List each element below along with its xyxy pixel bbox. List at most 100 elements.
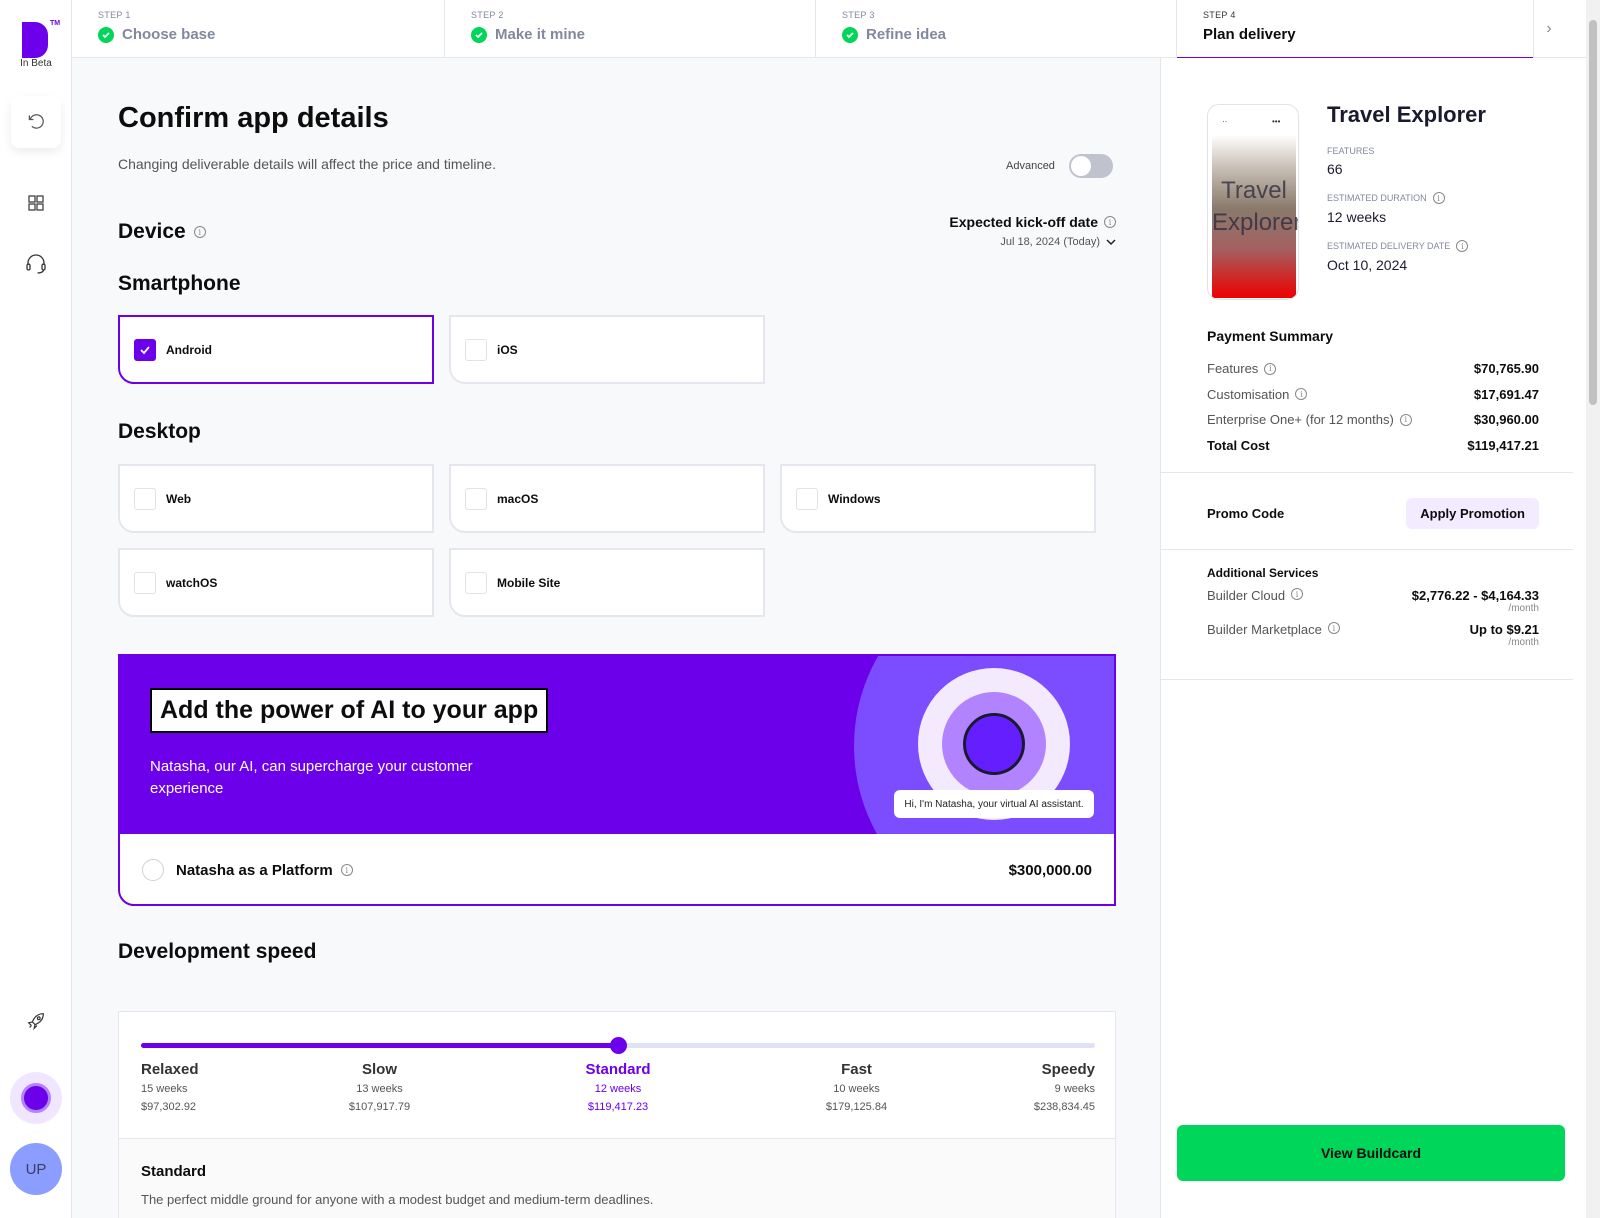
option-label: Android <box>166 342 212 357</box>
kickoff-label: Expected kick-off date <box>949 214 1098 230</box>
checkbox[interactable] <box>465 487 487 510</box>
info-icon[interactable]: i <box>1104 216 1116 228</box>
logo-b-icon <box>22 22 48 58</box>
service-label: Builder Cloud <box>1207 588 1286 603</box>
speed-duration: 12 weeks <box>594 1083 642 1095</box>
support-button[interactable] <box>21 248 51 278</box>
page-subtitle: Changing deliverable details will affect… <box>118 156 496 172</box>
payment-row-features: Features i $70,765.90 <box>1207 356 1539 382</box>
step-label: Choose base <box>122 26 216 43</box>
speed-slider-track[interactable] <box>141 1037 1095 1054</box>
platform-option-ios[interactable]: iOS <box>449 315 765 384</box>
divider <box>1161 472 1573 473</box>
desktop-heading: Desktop <box>118 420 201 443</box>
delivery-label: ESTIMATED DELIVERY DATE <box>1327 241 1451 251</box>
natasha-platform-option[interactable]: Natasha as a Platform i $300,000.00 <box>120 834 1114 904</box>
info-icon[interactable]: i <box>340 864 353 876</box>
view-buildcard-button[interactable]: View Buildcard <box>1177 1125 1565 1181</box>
natasha-platform-label: Natasha as a Platform <box>176 861 333 879</box>
speed-description: Standard The perfect middle ground for a… <box>119 1138 1115 1218</box>
delivery-meta: ESTIMATED DELIVERY DATE i Oct 10, 2024 <box>1327 240 1469 273</box>
step-refine-idea[interactable]: STEP 3 Refine idea <box>816 0 1177 58</box>
checkbox[interactable] <box>465 571 487 594</box>
checkbox[interactable] <box>134 571 156 594</box>
promo-code-row: Promo Code Apply Promotion <box>1207 497 1539 529</box>
buildcard-summary-panel: ·· ••• Travel Explorer Travel Explorer F… <box>1160 58 1586 1218</box>
dashboard-button[interactable] <box>21 188 51 218</box>
radio-button[interactable] <box>142 859 164 881</box>
speed-name: Fast <box>841 1061 872 1078</box>
payment-summary-heading: Payment Summary <box>1207 328 1334 344</box>
advanced-toggle-group: Advanced <box>1006 154 1113 178</box>
speed-option-speedy[interactable]: Speedy 9 weeks $238,834.45 <box>1034 1060 1095 1116</box>
user-avatar[interactable]: UP <box>10 1143 62 1195</box>
step-label: Make it mine <box>495 26 586 43</box>
rocket-icon <box>27 1013 44 1031</box>
step-plan-delivery[interactable]: STEP 4 Plan delivery <box>1177 0 1534 59</box>
payment-value: $17,691.47 <box>1473 386 1539 402</box>
features-value: 66 <box>1327 161 1343 177</box>
builder-logo[interactable]: TM <box>20 20 60 60</box>
advanced-toggle[interactable] <box>1068 154 1113 178</box>
speed-price: $97,302.92 <box>141 1101 197 1113</box>
payment-value: $119,417.21 <box>1467 437 1539 453</box>
info-icon[interactable]: i <box>1432 192 1445 204</box>
info-icon[interactable]: i <box>1399 413 1412 426</box>
platform-option-android[interactable]: Android <box>118 315 434 384</box>
features-meta: FEATURES 66 <box>1327 146 1374 177</box>
step-number: STEP 2 <box>471 10 504 20</box>
platform-option-mobile-site[interactable]: Mobile Site <box>449 548 765 617</box>
payment-value: $70,765.90 <box>1473 361 1539 377</box>
info-icon[interactable]: i <box>1291 588 1304 600</box>
checkbox-checked[interactable] <box>134 338 156 361</box>
stepper-next-button[interactable]: › <box>1534 0 1564 57</box>
platform-option-watchos[interactable]: watchOS <box>118 548 434 617</box>
device-heading: Device i <box>118 220 206 244</box>
platform-option-web[interactable]: Web <box>118 464 434 533</box>
info-icon[interactable]: i <box>1295 388 1308 401</box>
speed-option-relaxed[interactable]: Relaxed 15 weeks $97,302.92 <box>141 1060 199 1116</box>
platform-option-windows[interactable]: Windows <box>780 464 1096 533</box>
phone-status-time: ·· <box>1222 117 1228 126</box>
info-icon[interactable]: i <box>193 226 206 238</box>
undo-icon <box>28 114 44 129</box>
beta-label: In Beta <box>20 58 52 69</box>
apply-promotion-button[interactable]: Apply Promotion <box>1406 497 1539 529</box>
step-number: STEP 3 <box>842 10 875 20</box>
step-number: STEP 4 <box>1203 10 1236 20</box>
info-icon[interactable]: i <box>1456 240 1469 252</box>
speed-option-standard[interactable]: Standard 12 weeks $119,417.23 <box>585 1060 650 1116</box>
undo-button[interactable] <box>11 96 61 148</box>
step-choose-base[interactable]: STEP 1 Choose base <box>72 0 445 58</box>
speed-price: $238,834.45 <box>1033 1101 1095 1113</box>
scrollbar-thumb[interactable] <box>1589 20 1597 405</box>
features-label: FEATURES <box>1327 146 1375 156</box>
platform-option-macos[interactable]: macOS <box>449 464 765 533</box>
page-scrollbar[interactable] <box>1586 0 1600 1218</box>
service-unit: /month <box>1508 603 1539 614</box>
natasha-orb-icon <box>963 713 1025 775</box>
speed-option-slow[interactable]: Slow 13 weeks $107,917.79 <box>349 1060 410 1116</box>
checkbox[interactable] <box>465 338 487 361</box>
speed-duration: 9 weeks <box>1054 1083 1095 1095</box>
app-preview-title: Travel Explorer <box>1212 177 1299 236</box>
promo-code-label: Promo Code <box>1207 505 1285 521</box>
smartphone-heading: Smartphone <box>118 272 241 295</box>
info-icon[interactable]: i <box>1327 622 1340 634</box>
speed-price: $119,417.23 <box>587 1101 649 1113</box>
launch-button[interactable] <box>21 1006 51 1036</box>
natasha-button[interactable] <box>10 1072 62 1124</box>
speed-slider-thumb[interactable] <box>610 1037 627 1054</box>
kickoff-date: Expected kick-off date i Jul 18, 2024 (T… <box>949 214 1116 248</box>
step-label: Plan delivery <box>1203 26 1296 43</box>
kickoff-date-dropdown[interactable]: Jul 18, 2024 (Today) <box>949 236 1116 248</box>
speed-duration: 10 weeks <box>833 1083 880 1095</box>
checkbox[interactable] <box>796 487 818 510</box>
duration-label: ESTIMATED DURATION <box>1327 193 1427 203</box>
step-make-it-mine[interactable]: STEP 2 Make it mine <box>445 0 816 58</box>
logo-trademark: TM <box>50 20 61 27</box>
checkbox[interactable] <box>134 487 156 510</box>
speed-option-fast[interactable]: Fast 10 weeks $179,125.84 <box>826 1060 887 1116</box>
service-unit: /month <box>1508 637 1539 648</box>
info-icon[interactable]: i <box>1264 362 1277 375</box>
